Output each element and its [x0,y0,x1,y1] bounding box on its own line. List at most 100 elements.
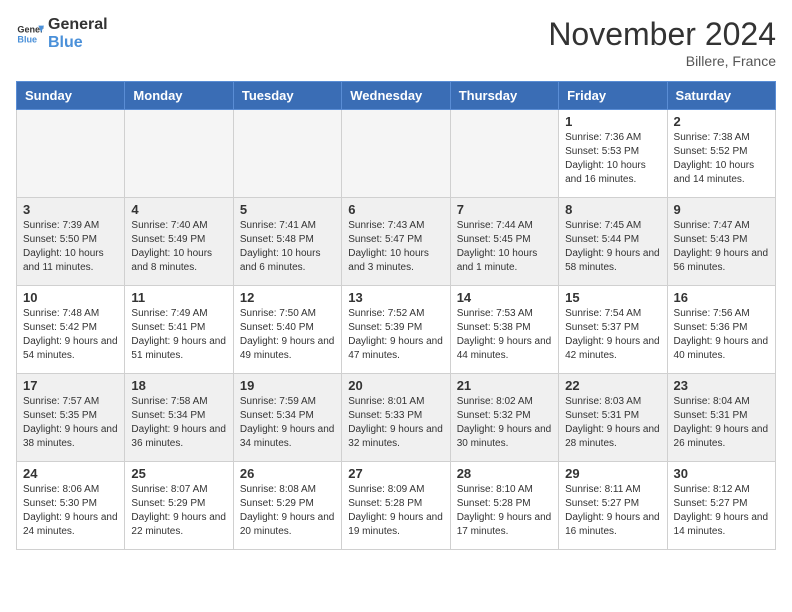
calendar-day-cell: 9Sunrise: 7:47 AM Sunset: 5:43 PM Daylig… [667,198,775,286]
logo-blue-text: Blue [48,34,108,52]
svg-text:Blue: Blue [17,34,37,44]
calendar-day-cell: 19 Sunrise: 7:59 AM Sunset: 5:34 PM Dayli… [233,374,341,462]
calendar-day-cell: 5 Sunrise: 7:41 AM Sunset: 5:48 PM Daylig… [233,198,341,286]
day-info: Sunrise: 7:47 AM Sunset: 5:43 PM Dayligh… [674,219,769,275]
day-number: 22 [565,378,660,393]
day-info: Sunrise: 7:53 AM Sunset: 5:38 PM Dayligh… [457,307,552,363]
day-info: Sunrise: 8:07 AM Sunset: 5:29 PM Dayligh… [131,483,226,539]
calendar-week-row: 24 Sunrise: 8:06 AM Sunset: 5:30 PM Dayli… [17,462,776,550]
day-info: Sunrise: 7:41 AM Sunset: 5:48 PM Dayligh… [240,219,335,275]
day-number: 4 [131,202,226,217]
day-info: Sunrise: 7:44 AM Sunset: 5:45 PM Dayligh… [457,219,552,275]
day-info: Sunrise: 7:58 AM Sunset: 5:34 PM Dayligh… [131,395,226,451]
weekday-header: Tuesday [233,82,341,110]
calendar-day-cell: 20 Sunrise: 8:01 AM Sunset: 5:33 PM Dayli… [342,374,450,462]
weekday-header: Monday [125,82,233,110]
calendar-day-cell: 26 Sunrise: 8:08 AM Sunset: 5:29 PM Dayli… [233,462,341,550]
weekday-header: Friday [559,82,667,110]
month-title: November 2024 [548,16,776,53]
day-number: 2 [674,114,769,129]
calendar-week-row: 10 Sunrise: 7:48 AM Sunset: 5:42 PM Dayli… [17,286,776,374]
calendar-day-cell: 29 Sunrise: 8:11 AM Sunset: 5:27 PM Dayli… [559,462,667,550]
calendar-day-cell: 28Sunrise: 8:10 AM Sunset: 5:28 PM Dayli… [450,462,558,550]
day-number: 27 [348,466,443,481]
calendar-week-row: 3 Sunrise: 7:39 AM Sunset: 5:50 PM Daylig… [17,198,776,286]
day-number: 3 [23,202,118,217]
calendar-day-cell: 11Sunrise: 7:49 AM Sunset: 5:41 PM Dayli… [125,286,233,374]
calendar-day-cell [125,110,233,198]
day-info: Sunrise: 8:11 AM Sunset: 5:27 PM Dayligh… [565,483,660,539]
day-number: 1 [565,114,660,129]
calendar-week-row: 17 Sunrise: 7:57 AM Sunset: 5:35 PM Dayli… [17,374,776,462]
calendar-table: SundayMondayTuesdayWednesdayThursdayFrid… [16,81,776,550]
calendar-week-row: 1Sunrise: 7:36 AM Sunset: 5:53 PM Daylig… [17,110,776,198]
day-number: 26 [240,466,335,481]
day-number: 21 [457,378,552,393]
logo-general-text: General [48,16,108,34]
day-info: Sunrise: 8:06 AM Sunset: 5:30 PM Dayligh… [23,483,118,539]
calendar-day-cell: 10 Sunrise: 7:48 AM Sunset: 5:42 PM Dayli… [17,286,125,374]
day-number: 11 [131,290,226,305]
calendar-day-cell: 25Sunrise: 8:07 AM Sunset: 5:29 PM Dayli… [125,462,233,550]
day-info: Sunrise: 8:09 AM Sunset: 5:28 PM Dayligh… [348,483,443,539]
day-number: 14 [457,290,552,305]
weekday-header: Sunday [17,82,125,110]
calendar-day-cell: 4 Sunrise: 7:40 AM Sunset: 5:49 PM Daylig… [125,198,233,286]
day-info: Sunrise: 7:59 AM Sunset: 5:34 PM Dayligh… [240,395,335,451]
calendar-day-cell: 3 Sunrise: 7:39 AM Sunset: 5:50 PM Daylig… [17,198,125,286]
calendar-day-cell: 2 Sunrise: 7:38 AM Sunset: 5:52 PM Daylig… [667,110,775,198]
calendar-day-cell: 27 Sunrise: 8:09 AM Sunset: 5:28 PM Dayli… [342,462,450,550]
calendar-day-cell: 1Sunrise: 7:36 AM Sunset: 5:53 PM Daylig… [559,110,667,198]
calendar-day-cell: 15Sunrise: 7:54 AM Sunset: 5:37 PM Dayli… [559,286,667,374]
day-number: 19 [240,378,335,393]
day-number: 20 [348,378,443,393]
day-info: Sunrise: 8:01 AM Sunset: 5:33 PM Dayligh… [348,395,443,451]
day-info: Sunrise: 7:45 AM Sunset: 5:44 PM Dayligh… [565,219,660,275]
day-info: Sunrise: 8:03 AM Sunset: 5:31 PM Dayligh… [565,395,660,451]
calendar-day-cell: 23 Sunrise: 8:04 AM Sunset: 5:31 PM Dayli… [667,374,775,462]
day-number: 18 [131,378,226,393]
logo-icon: General Blue [16,20,44,48]
day-info: Sunrise: 8:04 AM Sunset: 5:31 PM Dayligh… [674,395,769,451]
day-info: Sunrise: 7:57 AM Sunset: 5:35 PM Dayligh… [23,395,118,451]
calendar-day-cell: 16Sunrise: 7:56 AM Sunset: 5:36 PM Dayli… [667,286,775,374]
day-number: 12 [240,290,335,305]
location: Billere, France [548,53,776,69]
day-number: 10 [23,290,118,305]
calendar-day-cell: 21 Sunrise: 8:02 AM Sunset: 5:32 PM Dayli… [450,374,558,462]
day-info: Sunrise: 7:48 AM Sunset: 5:42 PM Dayligh… [23,307,118,363]
header: General Blue General Blue November 2024 … [16,16,776,69]
day-info: Sunrise: 7:40 AM Sunset: 5:49 PM Dayligh… [131,219,226,275]
day-info: Sunrise: 7:39 AM Sunset: 5:50 PM Dayligh… [23,219,118,275]
calendar-day-cell [342,110,450,198]
calendar-day-cell: 6 Sunrise: 7:43 AM Sunset: 5:47 PM Daylig… [342,198,450,286]
day-number: 16 [674,290,769,305]
calendar-header-row: SundayMondayTuesdayWednesdayThursdayFrid… [17,82,776,110]
day-number: 8 [565,202,660,217]
day-number: 15 [565,290,660,305]
day-info: Sunrise: 7:52 AM Sunset: 5:39 PM Dayligh… [348,307,443,363]
day-number: 23 [674,378,769,393]
day-number: 17 [23,378,118,393]
day-number: 29 [565,466,660,481]
calendar-day-cell [233,110,341,198]
calendar-day-cell: 30Sunrise: 8:12 AM Sunset: 5:27 PM Dayli… [667,462,775,550]
day-number: 5 [240,202,335,217]
calendar-day-cell [450,110,558,198]
day-info: Sunrise: 7:50 AM Sunset: 5:40 PM Dayligh… [240,307,335,363]
day-info: Sunrise: 7:43 AM Sunset: 5:47 PM Dayligh… [348,219,443,275]
calendar-day-cell: 17 Sunrise: 7:57 AM Sunset: 5:35 PM Dayli… [17,374,125,462]
calendar-day-cell: 7Sunrise: 7:44 AM Sunset: 5:45 PM Daylig… [450,198,558,286]
day-number: 24 [23,466,118,481]
calendar-day-cell [17,110,125,198]
calendar-day-cell: 8 Sunrise: 7:45 AM Sunset: 5:44 PM Daylig… [559,198,667,286]
day-info: Sunrise: 8:08 AM Sunset: 5:29 PM Dayligh… [240,483,335,539]
calendar-day-cell: 18 Sunrise: 7:58 AM Sunset: 5:34 PM Dayli… [125,374,233,462]
day-number: 6 [348,202,443,217]
calendar-day-cell: 12 Sunrise: 7:50 AM Sunset: 5:40 PM Dayli… [233,286,341,374]
calendar-day-cell: 24 Sunrise: 8:06 AM Sunset: 5:30 PM Dayli… [17,462,125,550]
day-info: Sunrise: 7:38 AM Sunset: 5:52 PM Dayligh… [674,131,769,187]
day-info: Sunrise: 8:02 AM Sunset: 5:32 PM Dayligh… [457,395,552,451]
title-area: November 2024 Billere, France [548,16,776,69]
calendar-day-cell: 22 Sunrise: 8:03 AM Sunset: 5:31 PM Dayli… [559,374,667,462]
